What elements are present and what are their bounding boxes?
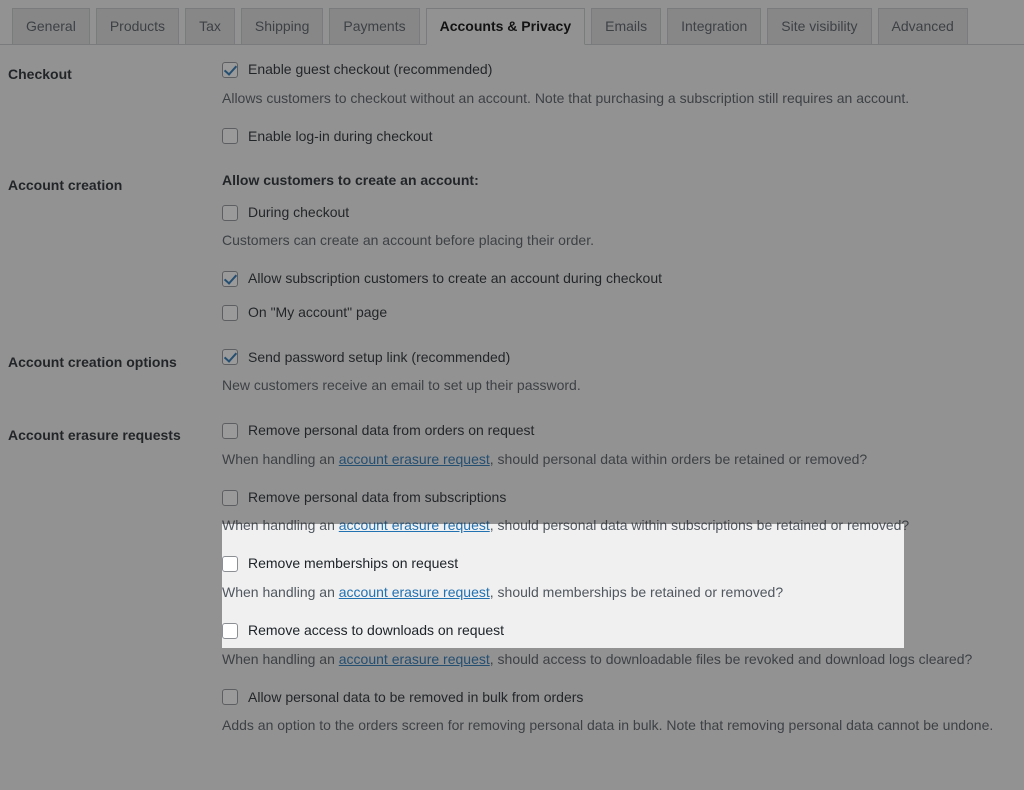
checkbox-bulk-remove-personal-data[interactable] <box>222 689 238 706</box>
checkbox-enable-login-during-checkout[interactable] <box>222 128 238 145</box>
field-remove-personal-data-subscriptions[interactable]: Remove personal data from subscriptions <box>222 488 1014 508</box>
legend-allow-customers-create-account: Allow customers to create an account: <box>222 172 479 189</box>
desc-bulk-remove-personal-data: Adds an option to the orders screen for … <box>222 717 994 734</box>
tab-integration[interactable]: Integration <box>667 7 762 45</box>
section-fields-account-erasure-requests: Remove personal data from orders on requ… <box>222 406 1024 746</box>
label-remove-memberships: Remove memberships on request <box>248 555 459 572</box>
field-enable-login-during-checkout[interactable]: Enable log-in during checkout <box>222 127 1014 147</box>
settings-form: Checkout Enable guest checkout (recommen… <box>0 45 1024 746</box>
desc-remove-access-downloads: When handling an account erasure request… <box>222 649 1014 670</box>
label-enable-guest-checkout: Enable guest checkout (recommended) <box>248 61 493 77</box>
desc-text-before: When handling an <box>222 517 339 534</box>
checkbox-remove-memberships[interactable] <box>222 556 238 573</box>
label-send-password-setup-link: Send password setup link (recommended) <box>248 348 511 365</box>
desc-during-checkout: Customers can create an account before p… <box>222 232 594 249</box>
field-enable-guest-checkout[interactable]: Enable guest checkout (recommended) <box>222 60 1014 80</box>
account-erasure-request-link[interactable]: account erasure request <box>339 584 490 600</box>
tab-tax[interactable]: Tax <box>185 7 235 45</box>
checkbox-remove-personal-data-orders[interactable] <box>222 422 238 439</box>
desc-remove-memberships: When handling an account erasure request… <box>222 582 1014 603</box>
checkbox-during-checkout[interactable] <box>222 204 238 221</box>
tab-accounts-privacy[interactable]: Accounts & Privacy <box>425 7 586 45</box>
settings-page: General Products Tax Shipping Payments Accoun… <box>0 0 1024 790</box>
section-checkout: Checkout Enable guest checkout (recommen… <box>0 45 1024 156</box>
tab-advanced[interactable]: Advanced <box>877 7 968 45</box>
desc-text-after: , should personal data within orders be … <box>489 450 868 467</box>
desc-remove-personal-data-subscriptions: When handling an account erasure request… <box>222 515 1014 536</box>
tab-general[interactable]: General <box>12 7 90 45</box>
tab-emails[interactable]: Emails <box>591 7 662 45</box>
field-remove-access-downloads[interactable]: Remove access to downloads on request <box>222 621 1014 641</box>
tab-products[interactable]: Products <box>95 7 180 45</box>
desc-send-password-setup-link: New customers receive an email to set up… <box>222 377 581 394</box>
section-account-erasure-requests: Account erasure requests Remove personal… <box>0 406 1024 746</box>
field-during-checkout[interactable]: During checkout <box>222 203 1014 223</box>
settings-tab-bar: General Products Tax Shipping Payments Accoun… <box>0 0 1024 45</box>
tab-shipping[interactable]: Shipping <box>240 7 324 45</box>
checkbox-my-account-page[interactable] <box>222 304 238 321</box>
label-subscription-customers-create-account: Allow subscription customers to create a… <box>248 270 662 287</box>
account-erasure-request-link[interactable]: account erasure request <box>339 451 490 467</box>
checkbox-remove-personal-data-subscriptions[interactable] <box>222 489 238 506</box>
desc-text-before: When handling an <box>222 583 339 600</box>
field-bulk-remove-personal-data[interactable]: Allow personal data to be removed in bul… <box>222 688 1014 708</box>
section-fields-account-creation: Allow customers to create an account: Du… <box>222 156 1024 332</box>
section-account-creation-options: Account creation options Send password s… <box>0 333 1024 407</box>
field-remove-memberships[interactable]: Remove memberships on request <box>222 554 1014 574</box>
section-account-creation: Account creation Allow customers to crea… <box>0 156 1024 332</box>
desc-text-after: , should access to downloadable files be… <box>489 650 973 667</box>
checkbox-enable-guest-checkout[interactable] <box>222 61 238 78</box>
label-enable-login-during-checkout: Enable log-in during checkout <box>248 127 433 144</box>
field-send-password-setup-link[interactable]: Send password setup link (recommended) <box>222 348 1014 368</box>
tab-payments[interactable]: Payments <box>329 7 420 45</box>
desc-text-before: When handling an <box>222 650 339 667</box>
account-erasure-request-link[interactable]: account erasure request <box>339 517 490 533</box>
label-remove-personal-data-subscriptions: Remove personal data from subscriptions <box>248 488 507 505</box>
settings-tabs: General Products Tax Shipping Payments Accoun… <box>12 0 1024 45</box>
checkbox-remove-access-downloads[interactable] <box>222 622 238 639</box>
section-fields-checkout: Enable guest checkout (recommended) Allo… <box>222 45 1024 156</box>
section-label-account-creation-options: Account creation options <box>8 353 177 370</box>
field-my-account-page[interactable]: On "My account" page <box>222 303 1014 323</box>
desc-enable-guest-checkout: Allows customers to checkout without an … <box>222 89 910 106</box>
tab-site-visibility[interactable]: Site visibility <box>767 7 872 45</box>
label-remove-personal-data-orders: Remove personal data from orders on requ… <box>248 422 535 439</box>
field-subscription-customers-create-account[interactable]: Allow subscription customers to create a… <box>222 269 1014 289</box>
section-label-checkout: Checkout <box>8 66 72 82</box>
label-my-account-page: On "My account" page <box>248 303 388 320</box>
label-during-checkout: During checkout <box>248 203 350 220</box>
section-label-account-erasure-requests: Account erasure requests <box>8 427 181 444</box>
label-remove-access-downloads: Remove access to downloads on request <box>248 621 505 638</box>
account-erasure-request-link[interactable]: account erasure request <box>339 651 490 667</box>
checkbox-subscription-customers-create-account[interactable] <box>222 271 238 288</box>
checkbox-send-password-setup-link[interactable] <box>222 349 238 366</box>
field-remove-personal-data-orders[interactable]: Remove personal data from orders on requ… <box>222 421 1014 441</box>
desc-text-after: , should personal data within subscripti… <box>489 517 910 534</box>
desc-text-before: When handling an <box>222 450 339 467</box>
label-bulk-remove-personal-data: Allow personal data to be removed in bul… <box>248 688 584 705</box>
desc-remove-personal-data-orders: When handling an account erasure request… <box>222 449 1014 470</box>
section-label-account-creation: Account creation <box>8 177 123 194</box>
desc-text-after: , should memberships be retained or remo… <box>489 583 784 600</box>
section-fields-account-creation-options: Send password setup link (recommended) N… <box>222 333 1024 407</box>
